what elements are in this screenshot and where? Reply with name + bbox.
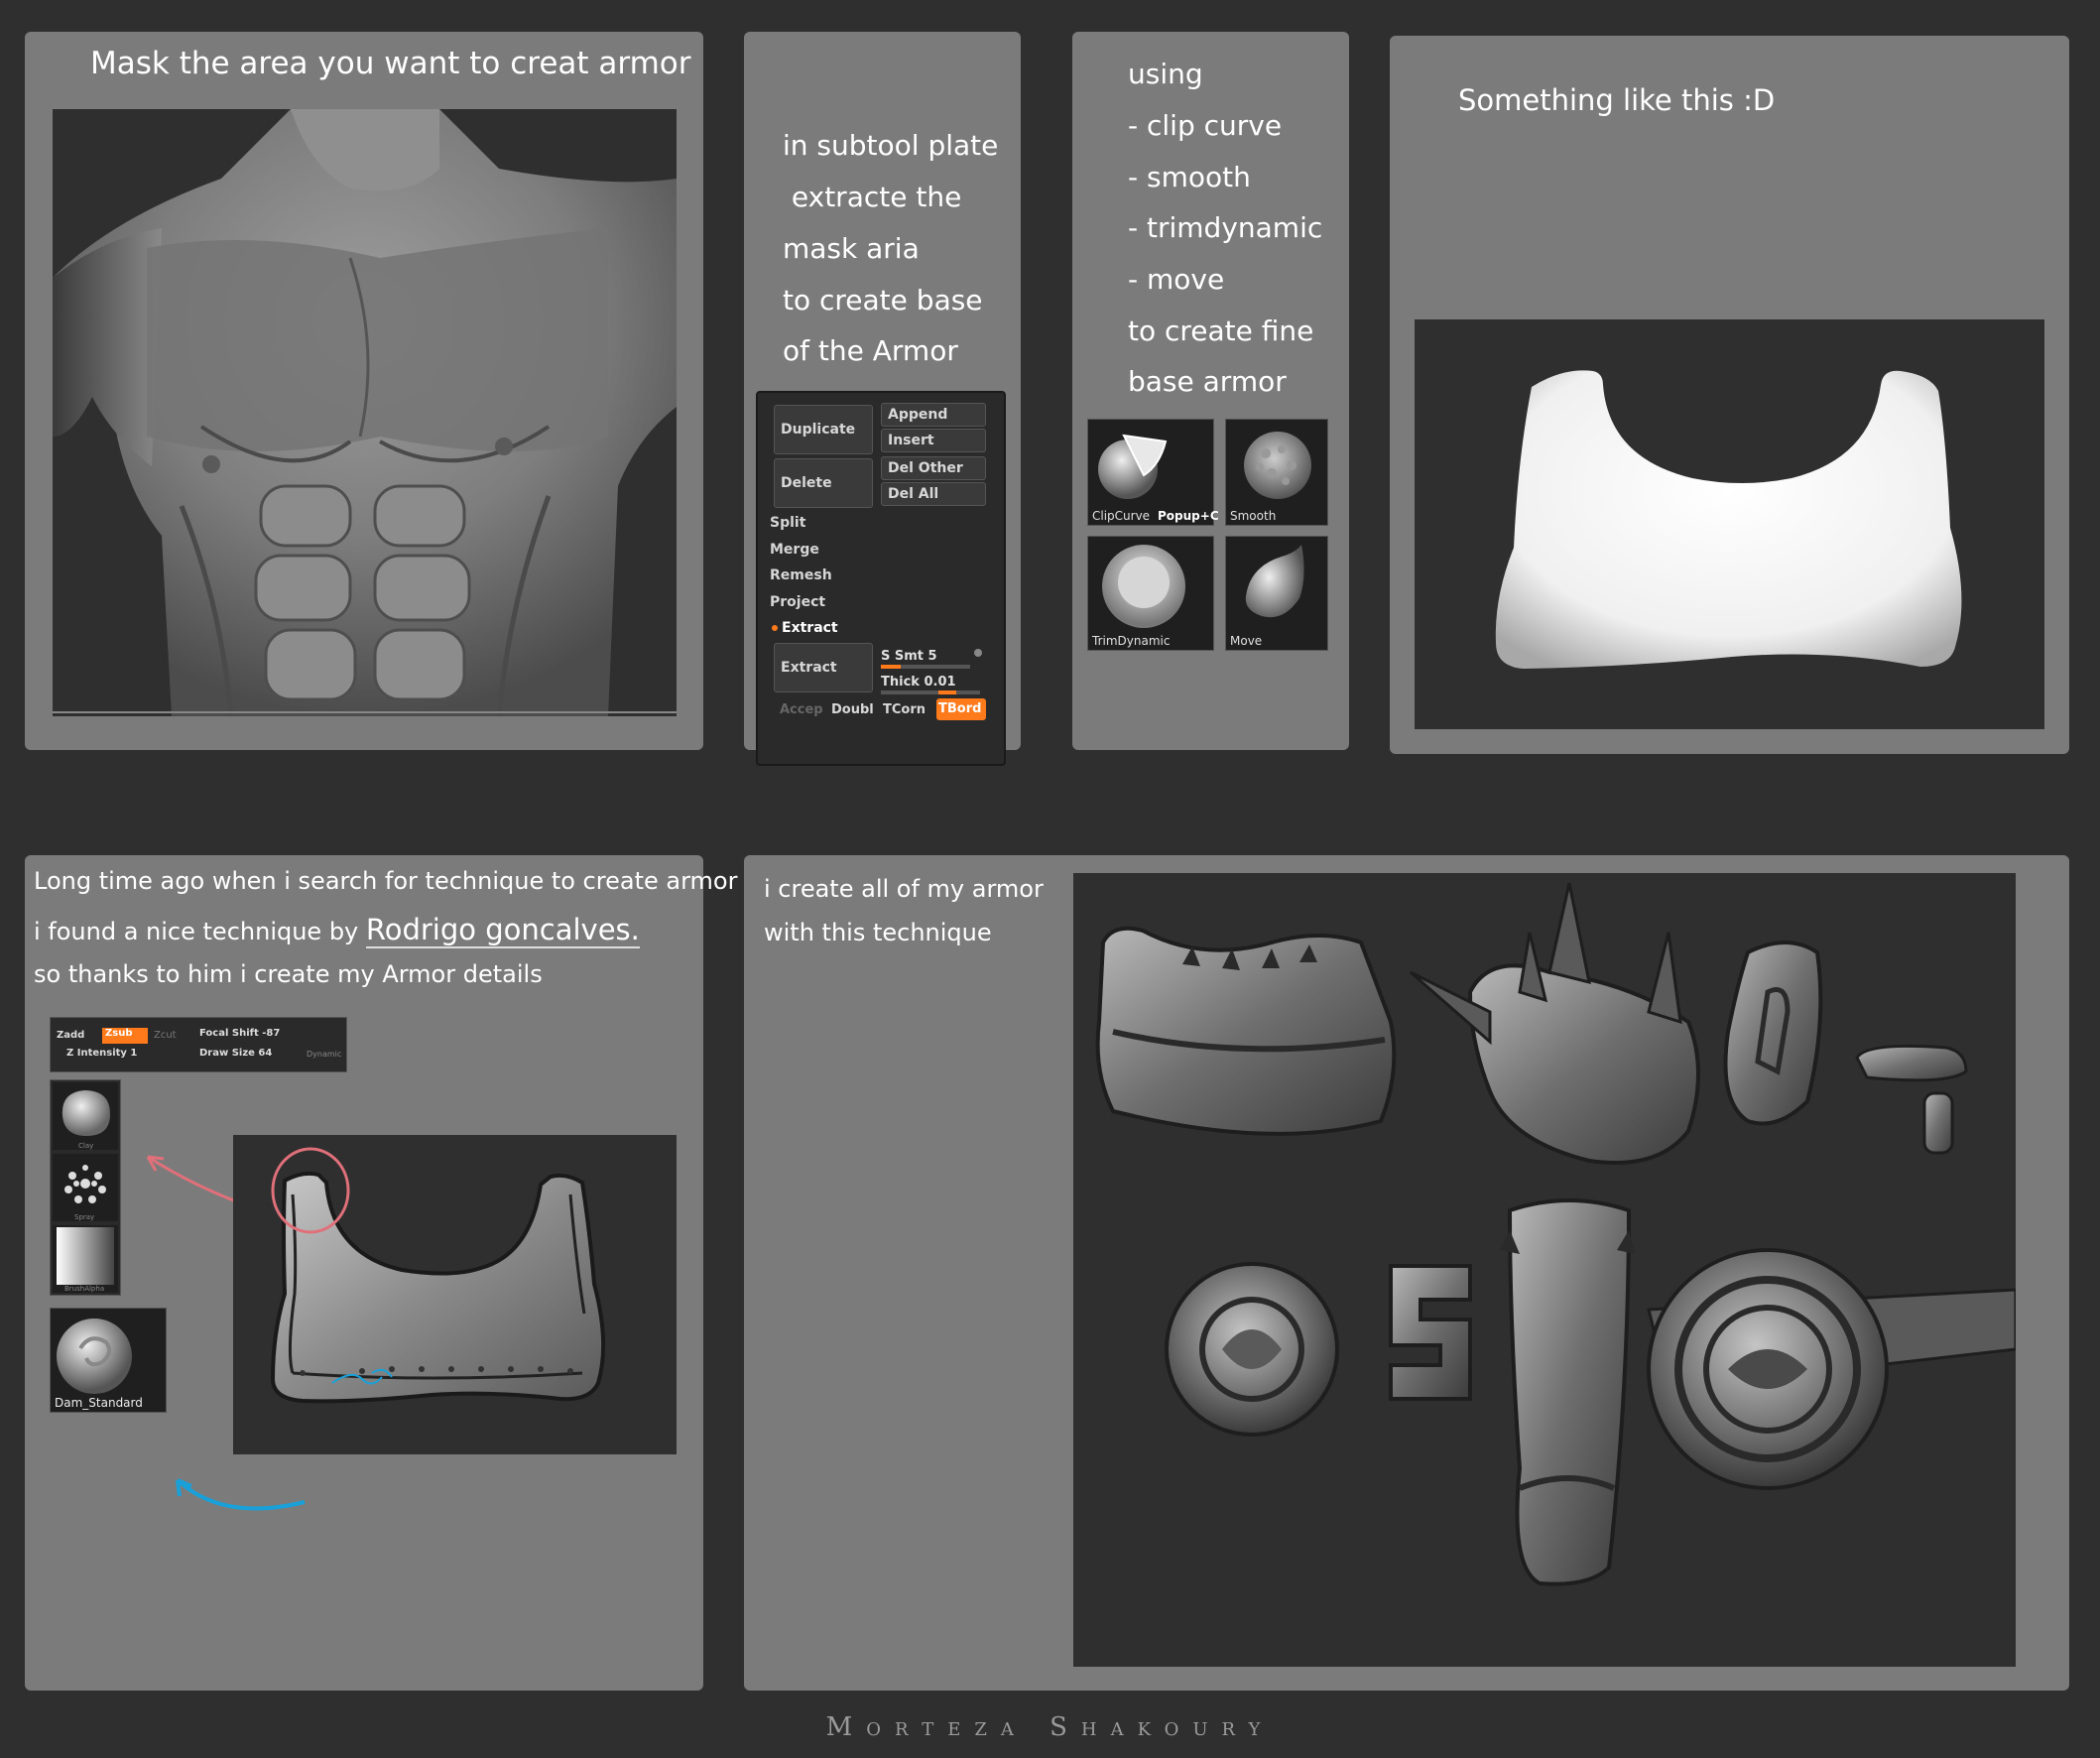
extract-line-3: mask aria [783, 232, 920, 265]
extract-line-2: extracte the [783, 181, 962, 213]
insert-button[interactable]: Insert [881, 429, 986, 452]
smooth-brush[interactable]: Smooth [1225, 419, 1328, 526]
emblem-piece [1165, 1262, 1339, 1437]
project-menu[interactable]: Project [770, 589, 988, 615]
brushes-line-2: - clip curve [1128, 109, 1283, 142]
move-label: Move [1230, 634, 1263, 648]
s-smt-slider[interactable]: S Smt 5 [881, 645, 980, 669]
panel-extract: in subtool plate extracte the mask aria … [744, 32, 1021, 766]
accept-button[interactable]: Accep [780, 702, 823, 717]
tcorner-button[interactable]: TCorn [883, 702, 926, 717]
pauldron-piece [1095, 926, 1397, 1136]
brushes-line-5: - move [1128, 263, 1225, 296]
rune-piece [1389, 1264, 1472, 1401]
del-all-button[interactable]: Del All [881, 482, 986, 506]
trimdynamic-icon [1102, 545, 1185, 628]
clipcurve-icon [1098, 434, 1168, 499]
greave-piece [1500, 1198, 1635, 1586]
trimdynamic-label: TrimDynamic [1092, 634, 1171, 648]
thick-label: Thick 0.01 [881, 675, 956, 690]
armor-set-render [1095, 882, 2016, 1586]
armor-set-viewport [1073, 873, 2016, 1667]
belt-piece [1647, 1248, 2016, 1490]
popup-label: Popup+C [1158, 509, 1219, 523]
clipcurve-label: ClipCurve [1092, 509, 1151, 523]
base-armor-render [1495, 370, 1962, 669]
base-armor-viewport [1415, 319, 2044, 729]
result-text: Something like this :D [1458, 83, 1776, 117]
torso-viewport [53, 109, 677, 716]
extract-line-5: of the Armor [783, 334, 958, 367]
s-smt-track [881, 665, 970, 669]
thick-slider[interactable]: Thick 0.01 [881, 671, 980, 694]
crown-ring-piece [1855, 1044, 1968, 1082]
author-signature: Morteza Shakoury [825, 1712, 1275, 1742]
append-button[interactable]: Append [881, 403, 986, 427]
helmet-piece [1410, 882, 1700, 1165]
merge-menu[interactable]: Merge [770, 537, 988, 563]
torso-render [53, 109, 677, 716]
smooth-label: Smooth [1230, 509, 1277, 523]
move-brush[interactable]: Move [1225, 536, 1328, 651]
duplicate-button[interactable]: Duplicate [774, 405, 873, 454]
tborder-button[interactable]: TBord [936, 698, 986, 720]
finger-piece [1922, 1091, 1954, 1155]
bracer-piece [1723, 941, 1823, 1126]
brushes-line-6: to create fine [1128, 314, 1314, 347]
del-other-button[interactable]: Del Other [881, 456, 986, 480]
panel-mask-title: Mask the area you want to creat armor [90, 46, 691, 81]
move-icon [1245, 545, 1304, 618]
double-button[interactable]: Doubl [831, 702, 874, 717]
extract-active-dot [772, 625, 778, 631]
subtool-menu: Duplicate Append Insert Delete Del Other… [756, 391, 1006, 766]
brushes-line-7: base armor [1128, 365, 1287, 398]
s-smt-dot [974, 649, 982, 657]
brushes-line-4: - trimdynamic [1128, 211, 1323, 244]
brushes-line-3: - smooth [1128, 161, 1251, 193]
armor-set-line-2: with this technique [764, 919, 992, 946]
panel-mask: Mask the area you want to creat armor [25, 32, 703, 750]
delete-button[interactable]: Delete [774, 458, 873, 508]
detailed-armor-render [270, 1147, 606, 1404]
panel-result: Something like this :D [1390, 36, 2069, 754]
panel-technique: Long time ago when i search for techniqu… [25, 855, 737, 1691]
extract-button[interactable]: Extract [774, 643, 873, 692]
smooth-icon [1244, 432, 1311, 499]
panel-brushes: using - clip curve - smooth - trimdynami… [1072, 32, 1349, 750]
clipcurve-brush[interactable]: ClipCurve Popup+C [1087, 419, 1219, 526]
remesh-menu[interactable]: Remesh [770, 563, 988, 588]
brushes-line-1: using [1128, 58, 1203, 90]
split-menu[interactable]: Split [770, 510, 988, 536]
trimdynamic-brush[interactable]: TrimDynamic [1087, 536, 1214, 651]
thick-track [881, 691, 980, 694]
extract-line-4: to create base [783, 284, 983, 316]
extract-line-1: in subtool plate [783, 129, 999, 162]
s-smt-label: S Smt 5 [881, 649, 937, 664]
panel-armor-set: i create all of my armor with this techn… [744, 855, 2069, 1691]
armor-set-line-1: i create all of my armor [764, 875, 1044, 903]
extract-menu-header[interactable]: Extract [782, 615, 1000, 641]
detailed-armor-viewport [233, 1135, 677, 1454]
